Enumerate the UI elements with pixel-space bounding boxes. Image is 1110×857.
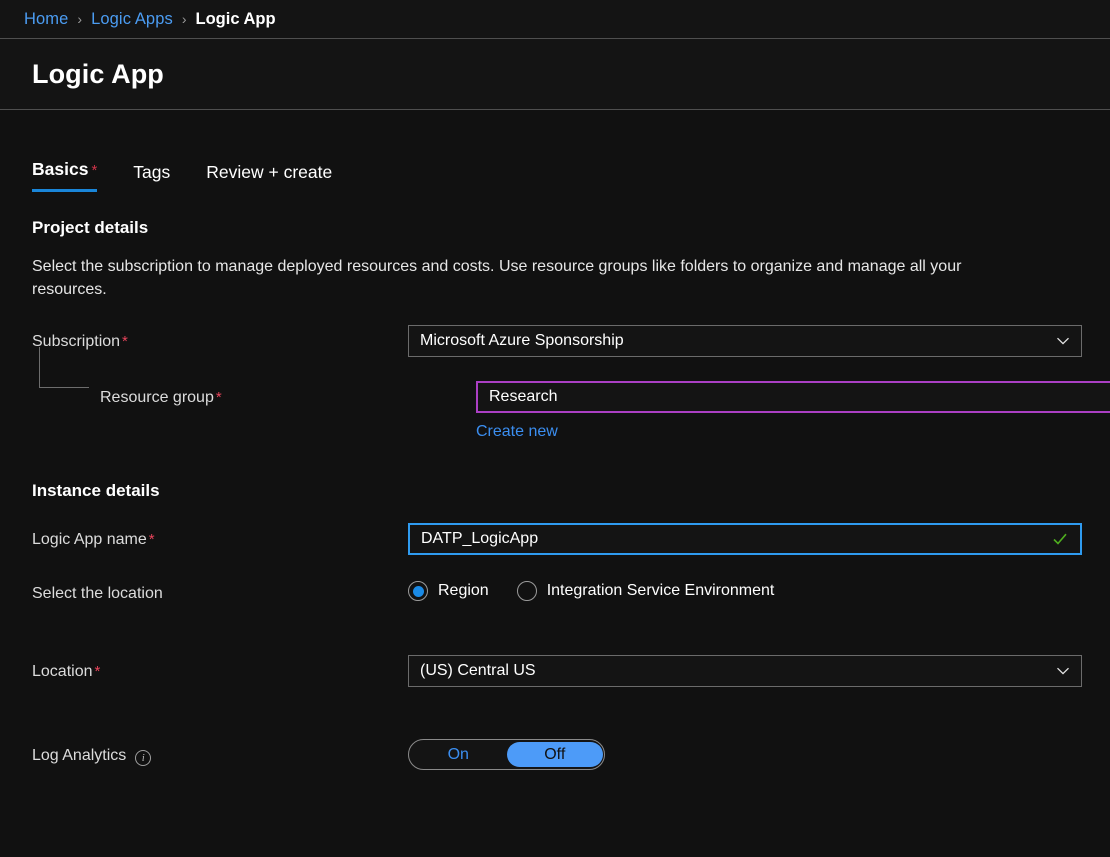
resource-group-field: Research Create new (476, 381, 1078, 441)
logic-app-name-row: Logic App name* DATP_LogicApp (32, 523, 1078, 555)
select-location-field: Region Integration Service Environment (408, 577, 1078, 601)
breadcrumb: Home › Logic Apps › Logic App (0, 0, 1110, 39)
location-selected-value: (US) Central US (420, 662, 536, 680)
log-analytics-toggle-off[interactable]: Off (507, 742, 604, 767)
tab-basics-label: Basics (32, 159, 88, 179)
log-analytics-label: Log Analytics i (32, 739, 408, 765)
breadcrumb-item-logic-apps[interactable]: Logic Apps (91, 10, 173, 29)
breadcrumb-item-current: Logic App (196, 10, 276, 29)
subscription-label: Subscription* (32, 325, 408, 351)
project-details-description: Select the subscription to manage deploy… (32, 255, 1017, 301)
log-analytics-toggle-on[interactable]: On (410, 742, 507, 767)
resource-group-row: Resource group* Research Create new (32, 381, 1078, 441)
subscription-row: Subscription* Microsoft Azure Sponsorshi… (32, 325, 1078, 357)
log-analytics-field: On Off (408, 739, 1078, 770)
select-location-label: Select the location (32, 577, 408, 603)
chevron-down-icon (1056, 664, 1070, 678)
resource-group-label-text: Resource group (100, 389, 214, 406)
logic-app-name-label-text: Logic App name (32, 531, 147, 548)
form-content: Basics* Tags Review + create Project det… (0, 156, 1110, 770)
logic-app-name-field: DATP_LogicApp (408, 523, 1078, 555)
radio-unselected-icon (517, 581, 537, 601)
instance-details-heading: Instance details (32, 481, 1078, 501)
breadcrumb-separator-icon: › (182, 11, 187, 27)
breadcrumb-separator-icon: › (77, 11, 82, 27)
log-analytics-label-text: Log Analytics (32, 747, 126, 765)
location-type-radio-group: Region Integration Service Environment (408, 577, 1078, 601)
subscription-required-marker: * (122, 333, 128, 350)
subscription-label-text: Subscription (32, 333, 120, 350)
radio-region[interactable]: Region (408, 581, 489, 601)
page-title: Logic App (32, 59, 164, 90)
project-details-heading: Project details (32, 218, 1078, 238)
select-location-row: Select the location Region Integration S… (32, 577, 1078, 603)
tab-basics-required-marker: * (91, 162, 97, 179)
resource-group-selected-value: Research (489, 388, 557, 406)
tab-tags[interactable]: Tags (133, 162, 170, 192)
tab-basics[interactable]: Basics* (32, 159, 97, 192)
subscription-field: Microsoft Azure Sponsorship (408, 325, 1078, 357)
radio-integration-service-environment-label: Integration Service Environment (547, 582, 775, 600)
tab-review-create-label: Review + create (206, 162, 332, 182)
location-row: Location* (US) Central US (32, 655, 1078, 687)
check-icon (1052, 531, 1068, 547)
page-header: Logic App (0, 39, 1110, 110)
log-analytics-toggle[interactable]: On Off (408, 739, 605, 770)
create-new-resource-group-link[interactable]: Create new (476, 423, 558, 441)
location-label-text: Location (32, 663, 93, 680)
logic-app-name-input[interactable]: DATP_LogicApp (408, 523, 1082, 555)
tab-tags-label: Tags (133, 162, 170, 182)
location-label: Location* (32, 655, 408, 681)
radio-integration-service-environment[interactable]: Integration Service Environment (517, 581, 775, 601)
tab-review-create[interactable]: Review + create (206, 162, 332, 192)
resource-group-select[interactable]: Research (476, 381, 1110, 413)
subscription-select[interactable]: Microsoft Azure Sponsorship (408, 325, 1082, 357)
logic-app-name-required-marker: * (149, 531, 155, 548)
info-icon[interactable]: i (135, 750, 151, 766)
log-analytics-row: Log Analytics i On Off (32, 739, 1078, 770)
logic-app-name-value: DATP_LogicApp (421, 530, 538, 548)
location-select[interactable]: (US) Central US (408, 655, 1082, 687)
location-required-marker: * (95, 663, 101, 680)
location-field: (US) Central US (408, 655, 1078, 687)
tab-bar: Basics* Tags Review + create (32, 156, 1078, 192)
select-location-label-text: Select the location (32, 585, 163, 602)
resource-group-label: Resource group* (32, 381, 476, 407)
radio-region-label: Region (438, 582, 489, 600)
subscription-selected-value: Microsoft Azure Sponsorship (420, 332, 624, 350)
resource-group-required-marker: * (216, 389, 222, 406)
logic-app-name-label: Logic App name* (32, 523, 408, 549)
chevron-down-icon (1056, 334, 1070, 348)
radio-selected-icon (408, 581, 428, 601)
breadcrumb-item-home[interactable]: Home (24, 10, 68, 29)
